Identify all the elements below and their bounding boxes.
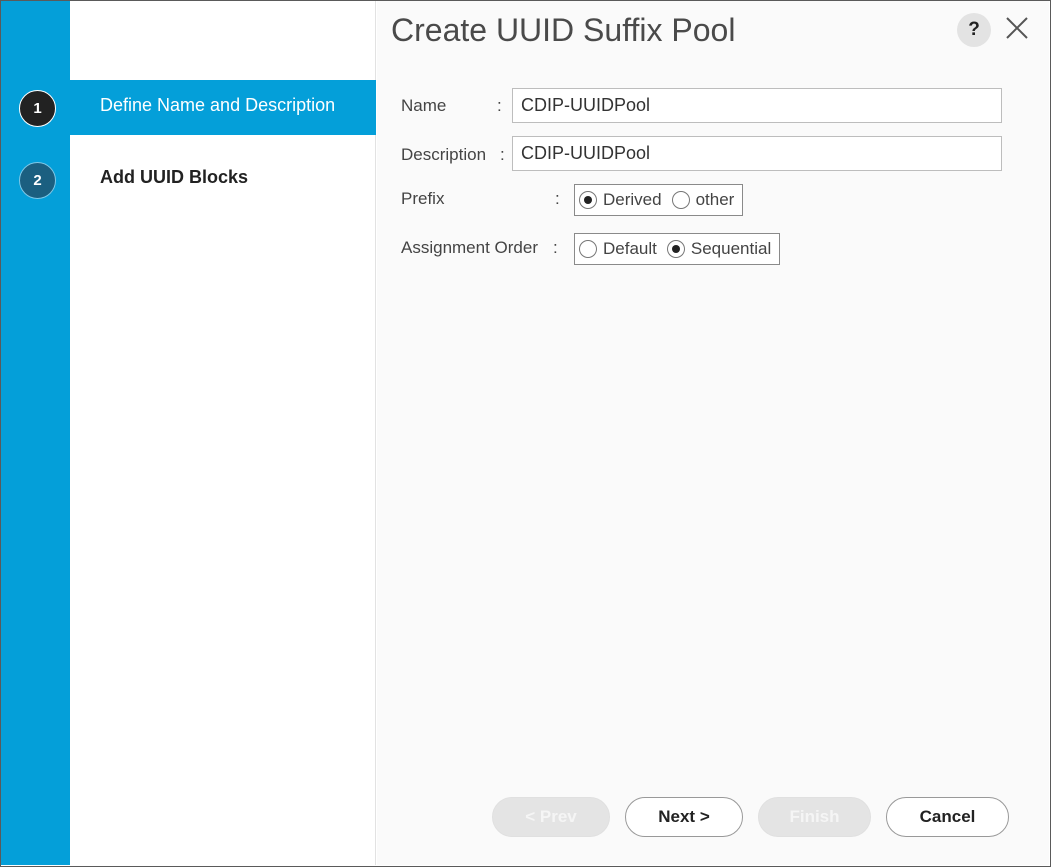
- radio-selected-icon[interactable]: [666, 240, 685, 258]
- prev-button[interactable]: < Prev: [492, 797, 610, 837]
- radio-selected-icon[interactable]: [579, 191, 597, 209]
- prefix-other-label: other: [695, 190, 735, 209]
- finish-button[interactable]: Finish: [758, 797, 871, 837]
- dialog-title: Create UUID Suffix Pool: [391, 12, 736, 48]
- prefix-colon: :: [555, 189, 560, 208]
- assignment-order-colon: :: [553, 238, 558, 257]
- prefix-label: Prefix: [401, 189, 445, 208]
- name-label: Name: [401, 96, 447, 115]
- step-1-number: 1: [19, 90, 56, 127]
- step-1-label[interactable]: Define Name and Description: [100, 95, 335, 116]
- assignment-order-radio-group: Default Sequential: [574, 233, 781, 265]
- description-colon: :: [500, 145, 505, 164]
- cancel-button[interactable]: Cancel: [886, 797, 1009, 837]
- name-colon: :: [497, 96, 502, 115]
- close-x-icon[interactable]: [1003, 14, 1031, 42]
- prefix-radio-group: Derived other: [574, 184, 744, 216]
- description-label: Description: [401, 145, 487, 164]
- assignment-option-default[interactable]: Default: [579, 239, 657, 259]
- question-mark-icon[interactable]: ?: [957, 13, 991, 47]
- prefix-option-derived[interactable]: Derived: [579, 190, 662, 210]
- wizard-accent-strip: [1, 1, 70, 865]
- assignment-order-label: Assignment Order: [401, 238, 538, 257]
- prefix-option-other[interactable]: other: [671, 190, 735, 210]
- dialog-content: [377, 1, 1049, 865]
- radio-unselected-icon[interactable]: [579, 240, 597, 258]
- radio-unselected-icon[interactable]: [671, 191, 690, 209]
- assignment-default-label: Default: [603, 239, 657, 258]
- description-input[interactable]: [512, 136, 1002, 171]
- step-2-number: 2: [19, 162, 56, 199]
- name-input[interactable]: [512, 88, 1002, 123]
- next-button[interactable]: Next >: [625, 797, 743, 837]
- assignment-option-sequential[interactable]: Sequential: [666, 239, 772, 259]
- prefix-derived-label: Derived: [603, 190, 662, 209]
- step-2-label[interactable]: Add UUID Blocks: [100, 167, 248, 188]
- assignment-sequential-label: Sequential: [690, 239, 772, 258]
